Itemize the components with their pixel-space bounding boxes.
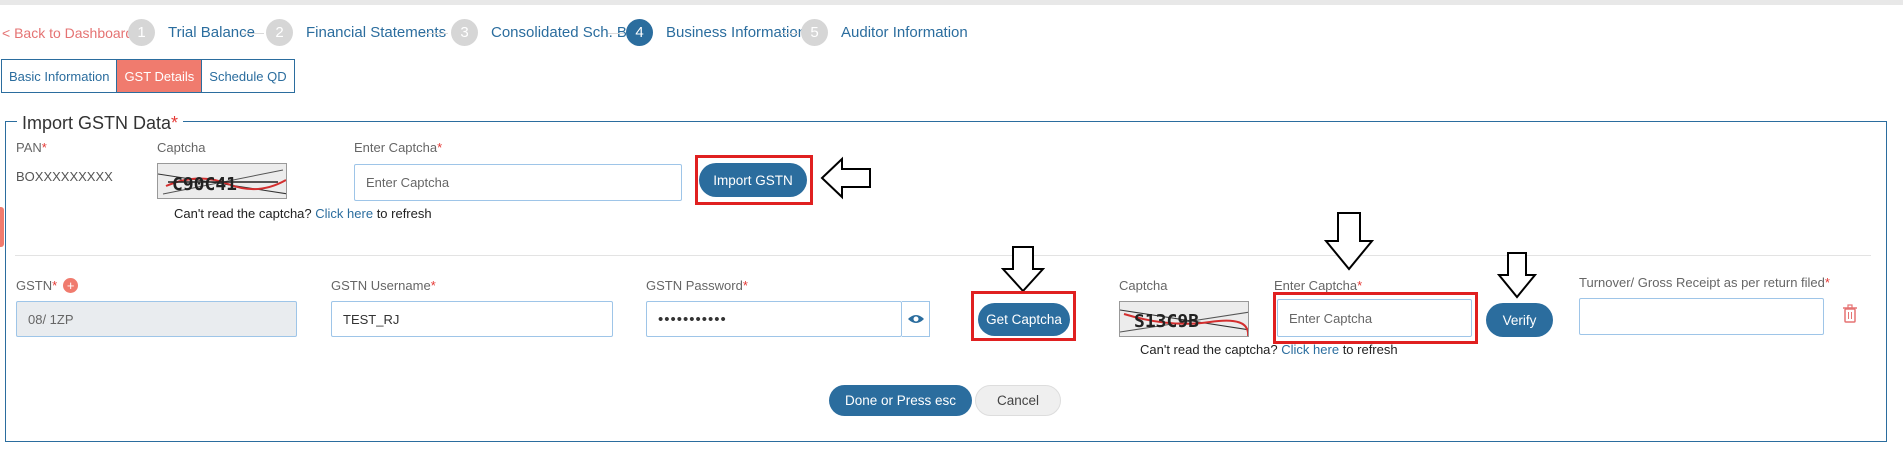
turnover-label: Turnover/ Gross Receipt as per return fi… (1579, 275, 1830, 290)
arrow-down-icon (1497, 252, 1537, 299)
gstn-username-input[interactable]: TEST_RJ (331, 301, 613, 337)
step-connector (780, 33, 799, 34)
step-connector (242, 33, 264, 34)
captcha-noise-graphic: S13C9B (1120, 302, 1248, 336)
captcha-refresh-link-2[interactable]: Click here (1281, 342, 1339, 357)
gstn-password-input[interactable]: ••••••••••• (646, 301, 902, 337)
step-trial-balance[interactable]: 1 Trial Balance (128, 19, 255, 46)
done-button[interactable]: Done or Press esc (829, 385, 972, 416)
captcha-refresh-link[interactable]: Click here (315, 206, 373, 221)
required-mark: * (171, 113, 179, 133)
panel-title-text: Import GSTN Data (22, 113, 172, 133)
import-gstn-button[interactable]: Import GSTN (699, 163, 807, 197)
tab-basic-information[interactable]: Basic Information (1, 59, 118, 93)
panel-title: Import GSTN Data* (17, 113, 184, 134)
step-label: Auditor Information (841, 24, 968, 41)
step-auditor-information[interactable]: 5 Auditor Information (801, 19, 968, 46)
top-border (0, 0, 1903, 5)
step-connector (420, 33, 448, 34)
sub-tabs: Basic Information GST Details Schedule Q… (1, 59, 295, 93)
captcha-noise-graphic: C90C41 (158, 164, 286, 198)
step-number: 5 (801, 19, 828, 46)
captcha-refresh-hint: Can't read the captcha? Click here to re… (174, 206, 432, 221)
step-number: 2 (266, 19, 293, 46)
step-connector (608, 33, 624, 34)
cancel-button[interactable]: Cancel (975, 385, 1061, 416)
arrow-left-icon (820, 156, 871, 200)
eye-icon (907, 315, 924, 323)
captcha-image-2: S13C9B (1119, 301, 1249, 337)
get-captcha-button[interactable]: Get Captcha (978, 303, 1070, 336)
add-gstn-icon[interactable]: + (63, 278, 79, 293)
back-to-dashboard-link[interactable]: < Back to Dashboard (2, 25, 133, 41)
verify-button[interactable]: Verify (1486, 303, 1553, 337)
step-number: 4 (626, 19, 653, 46)
enter-captcha-label: Enter Captcha* (354, 140, 443, 155)
gstn-label: GSTN * + (16, 278, 79, 293)
step-number: 1 (128, 19, 155, 46)
show-password-toggle[interactable] (902, 301, 930, 337)
arrow-down-icon (1324, 212, 1374, 271)
verify-captcha-input[interactable]: Enter Captcha (1277, 299, 1472, 337)
pan-label: PAN* (16, 140, 47, 155)
turnover-input[interactable] (1579, 298, 1824, 335)
delete-icon[interactable] (1842, 304, 1858, 324)
captcha-image: C90C41 (157, 163, 287, 199)
enter-captcha-label-2: Enter Captcha* (1274, 278, 1363, 293)
gstn-field[interactable]: 08/ 1ZP (16, 301, 297, 337)
step-number: 3 (451, 19, 478, 46)
svg-text:S13C9B: S13C9B (1134, 311, 1199, 332)
captcha-label: Captcha (157, 140, 206, 155)
import-captcha-input[interactable]: Enter Captcha (354, 164, 682, 201)
gstn-username-label: GSTN Username* (331, 278, 436, 293)
tab-schedule-qd[interactable]: Schedule QD (201, 59, 295, 93)
pan-value: BOXXXXXXXXX (16, 169, 113, 184)
captcha-label-2: Captcha (1119, 278, 1168, 293)
svg-text:C90C41: C90C41 (172, 174, 237, 195)
arrow-down-icon (1001, 246, 1045, 293)
gstn-password-label: GSTN Password* (646, 278, 748, 293)
tab-gst-details[interactable]: GST Details (116, 59, 203, 93)
captcha-refresh-hint-2: Can't read the captcha? Click here to re… (1140, 342, 1398, 357)
section-divider (15, 255, 1871, 256)
side-handle[interactable] (0, 207, 4, 247)
